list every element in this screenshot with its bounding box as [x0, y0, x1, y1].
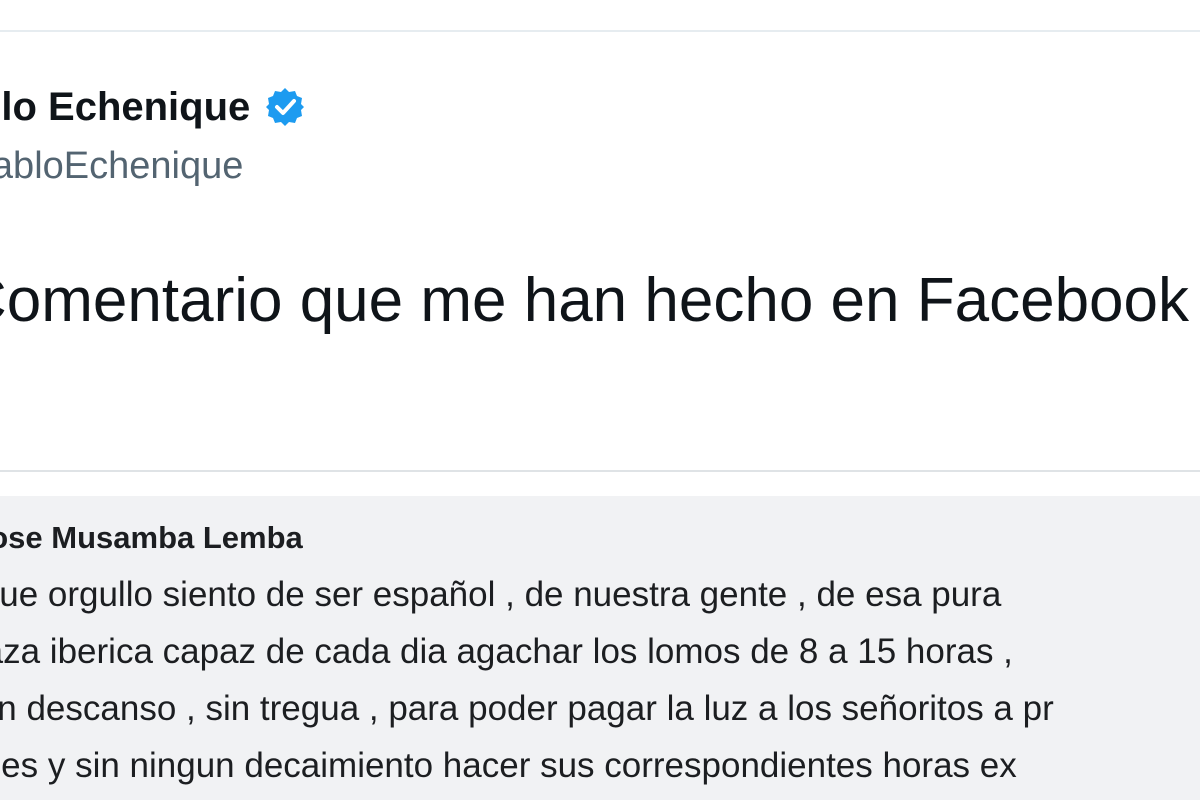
comment-line-1: Que orgullo siento de ser español , de n… [0, 575, 1002, 614]
top-divider [0, 30, 1200, 32]
comment-body: Que orgullo siento de ser español , de n… [0, 566, 1054, 794]
verified-badge-icon [264, 86, 306, 128]
screenshot-page: Pablo Echenique @PabloEchenique Comentar… [0, 0, 1200, 800]
comment-line-4: mes y sin ningun decaimiento hacer sus c… [0, 746, 1017, 785]
section-divider [0, 470, 1200, 472]
author-row: Pablo Echenique [0, 82, 306, 132]
comment-line-2: raza iberica capaz de cada dia agachar l… [0, 632, 1013, 671]
author-name[interactable]: Pablo Echenique [0, 82, 250, 132]
comment-line-3: sin descanso , sin tregua , para poder p… [0, 689, 1054, 728]
comment-author[interactable]: Jose Musamba Lemba [0, 518, 303, 558]
facebook-comment-screenshot: Jose Musamba Lemba Que orgullo siento de… [0, 496, 1200, 800]
author-handle[interactable]: @PabloEchenique [0, 142, 306, 190]
tweet-header: Pablo Echenique @PabloEchenique [0, 82, 306, 192]
tweet-text: Comentario que me han hecho en Facebook [0, 266, 1190, 335]
